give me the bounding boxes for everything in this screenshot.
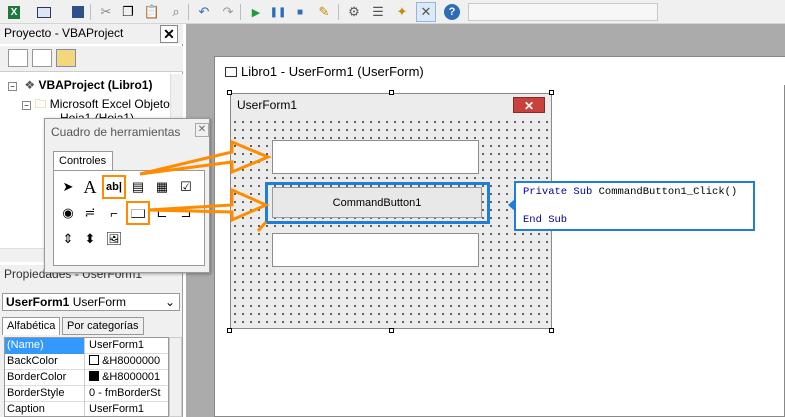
- arrow-button-annotation: [147, 187, 270, 223]
- arrow-textbox-annotation: [139, 139, 272, 176]
- code-callout: Private Sub CommandButton1_Click() End S…: [514, 181, 755, 231]
- code-line-2: End Sub: [523, 214, 746, 228]
- code-text: CommandButton1_Click(): [592, 186, 738, 198]
- arrow-tail-annotation: [256, 221, 268, 232]
- code-line-1: Private Sub CommandButton1_Click(): [523, 186, 746, 200]
- code-keyword: Private Sub: [523, 186, 593, 198]
- code-keyword: End Sub: [523, 214, 568, 226]
